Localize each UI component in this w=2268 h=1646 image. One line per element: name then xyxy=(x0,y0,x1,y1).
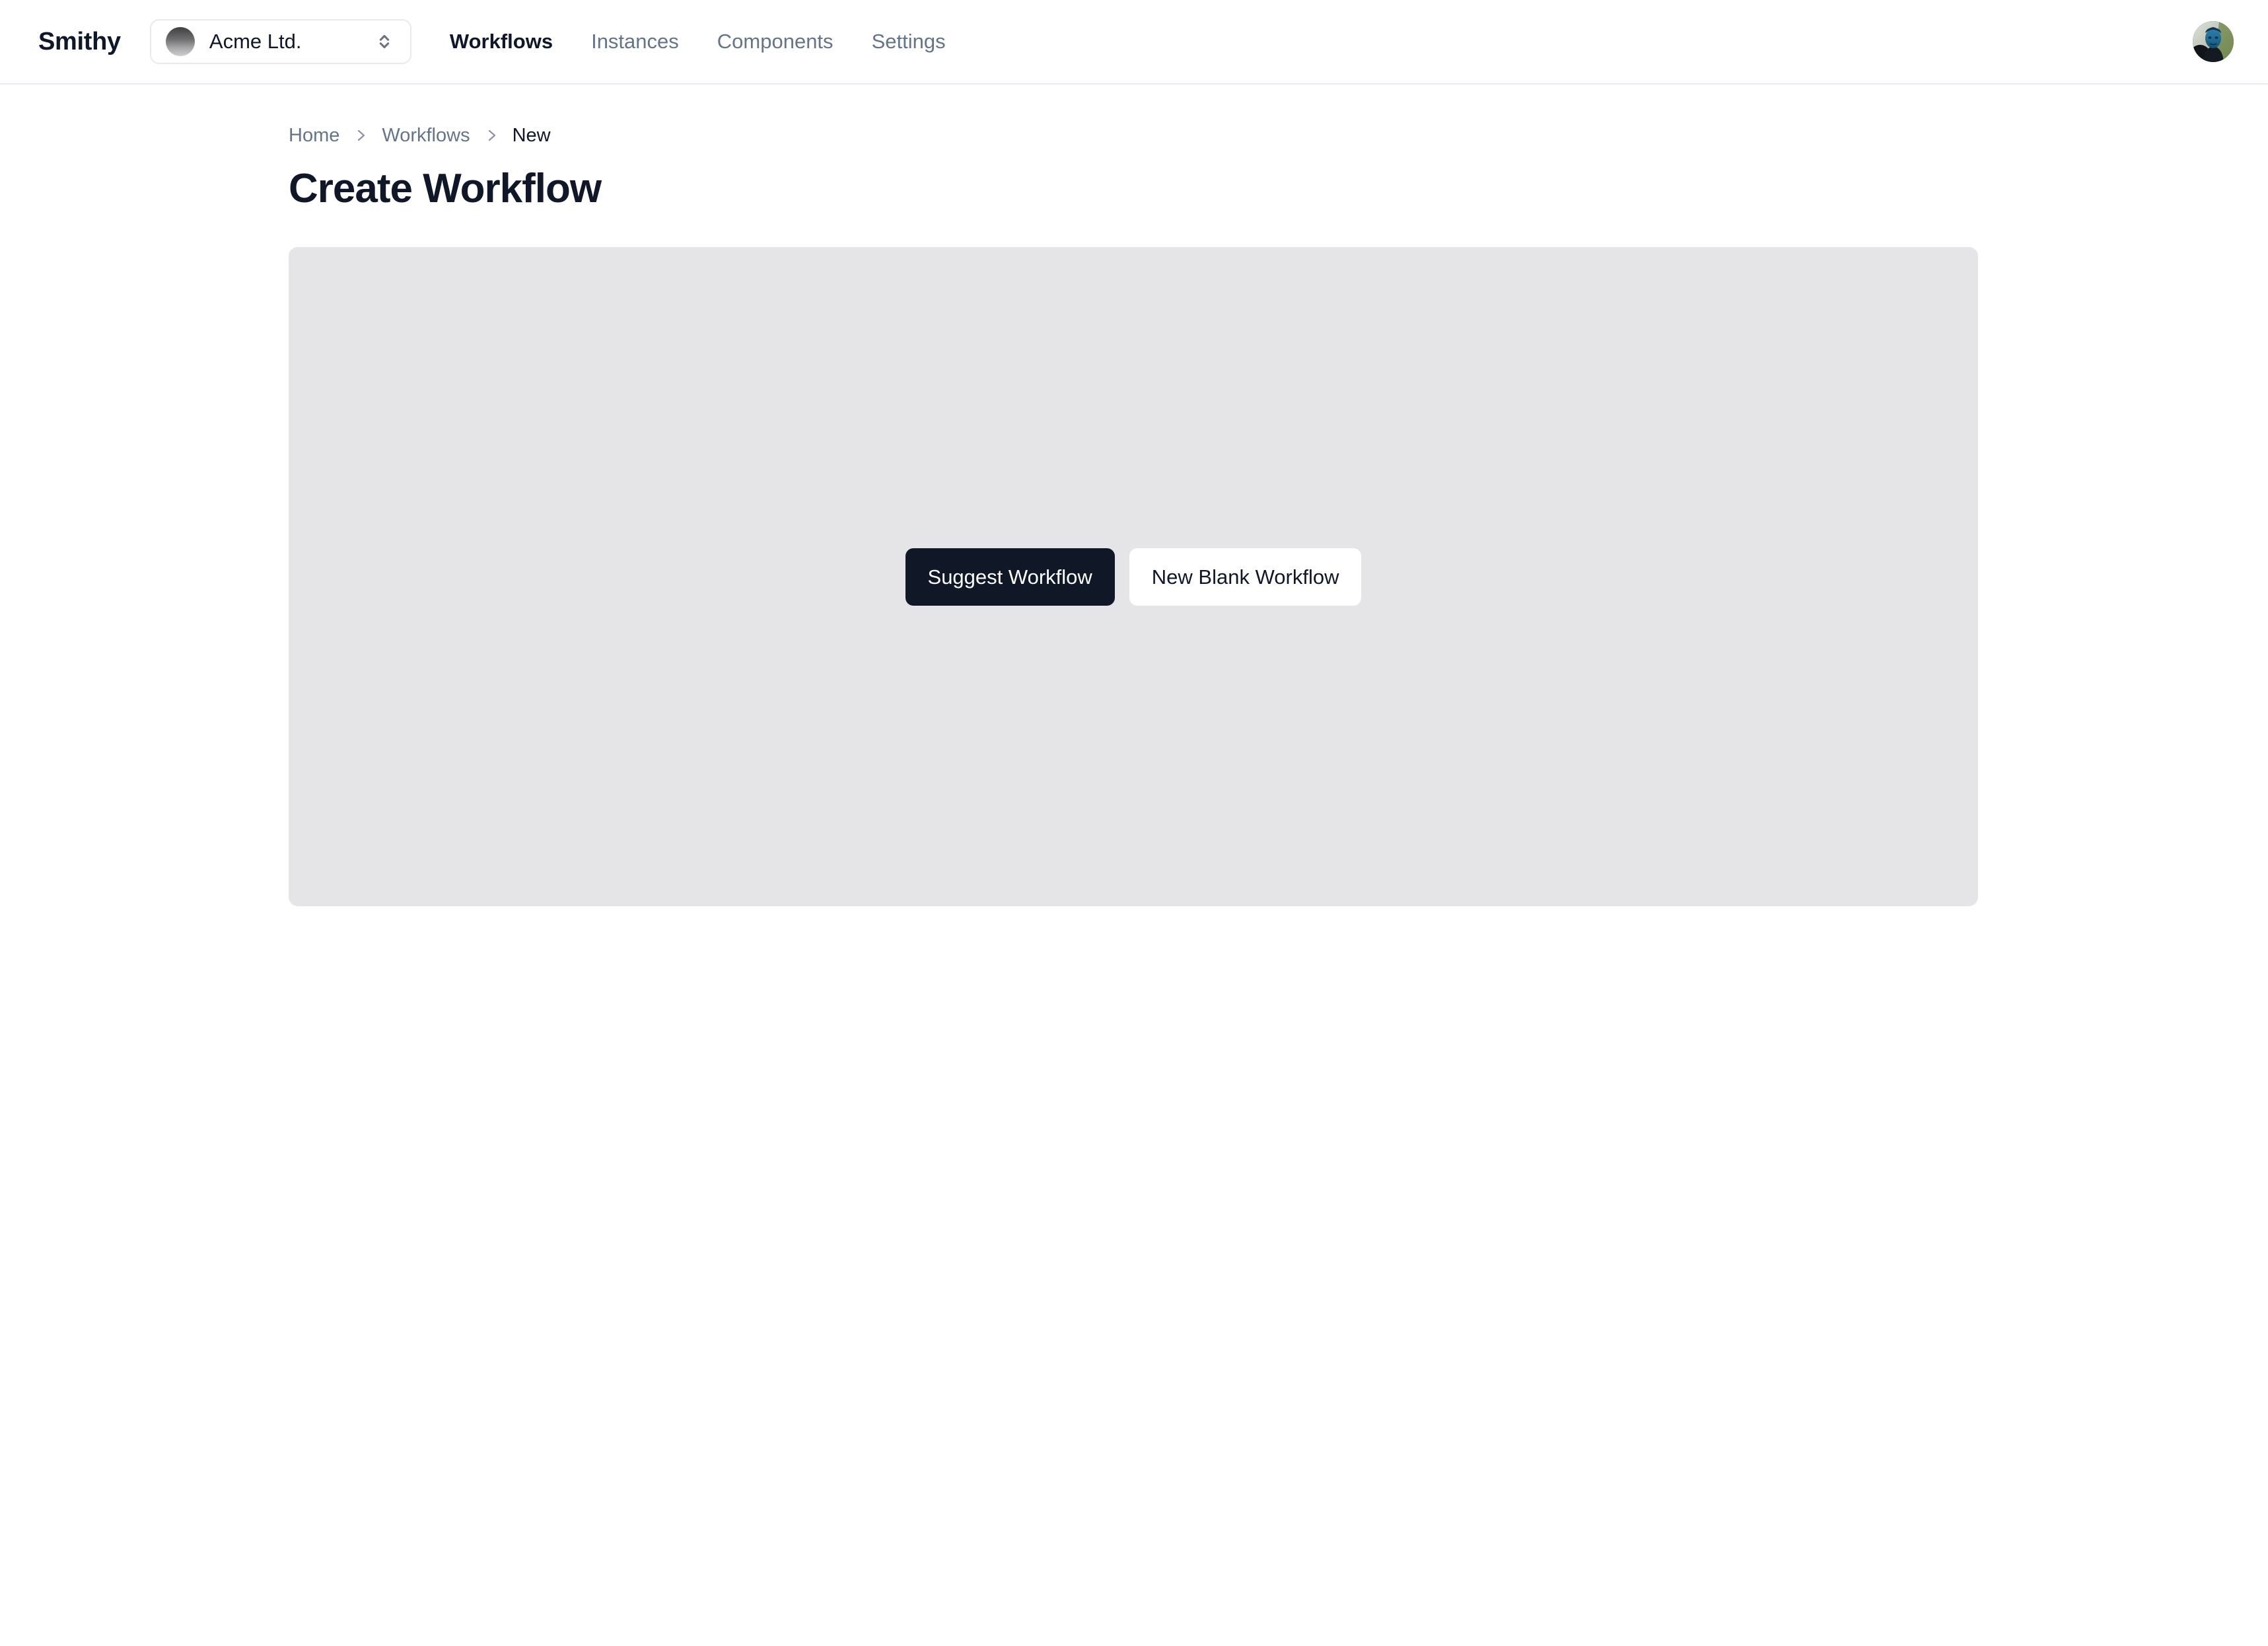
workflow-canvas[interactable]: Suggest Workflow New Blank Workflow xyxy=(289,247,1978,907)
breadcrumb-item-new: New xyxy=(512,124,551,146)
chevron-right-icon xyxy=(353,127,369,143)
breadcrumb-item-workflows[interactable]: Workflows xyxy=(382,125,470,147)
workflow-canvas-wrapper: Suggest Workflow New Blank Workflow xyxy=(289,247,1978,907)
new-blank-workflow-button[interactable]: New Blank Workflow xyxy=(1129,548,1362,606)
user-avatar[interactable] xyxy=(2193,21,2234,62)
canvas-action-group: Suggest Workflow New Blank Workflow xyxy=(905,548,1362,606)
org-avatar-gradient-circle-icon xyxy=(165,27,195,56)
suggest-workflow-button[interactable]: Suggest Workflow xyxy=(905,548,1115,606)
page-body: Home Workflows New Create Workflow Sugge… xyxy=(0,122,2268,907)
page-title: Create Workflow xyxy=(289,166,602,211)
app-header: Smithy Acme Ltd. Workflows Instances Com… xyxy=(0,0,2268,85)
nav-item-settings[interactable]: Settings xyxy=(872,30,946,54)
nav-item-components[interactable]: Components xyxy=(717,30,833,54)
chevron-right-icon xyxy=(483,127,499,143)
org-switcher[interactable]: Acme Ltd. xyxy=(149,19,411,64)
main-navigation: Workflows Instances Components Settings xyxy=(450,0,946,83)
org-switcher-label: Acme Ltd. xyxy=(209,30,302,53)
app-brand-logo[interactable]: Smithy xyxy=(38,28,121,56)
breadcrumb: Home Workflows New xyxy=(289,122,2268,149)
breadcrumb-item-home[interactable]: Home xyxy=(289,125,339,147)
chevron-up-down-icon xyxy=(373,28,396,55)
nav-item-instances[interactable]: Instances xyxy=(591,30,679,54)
nav-item-workflows[interactable]: Workflows xyxy=(450,30,553,54)
